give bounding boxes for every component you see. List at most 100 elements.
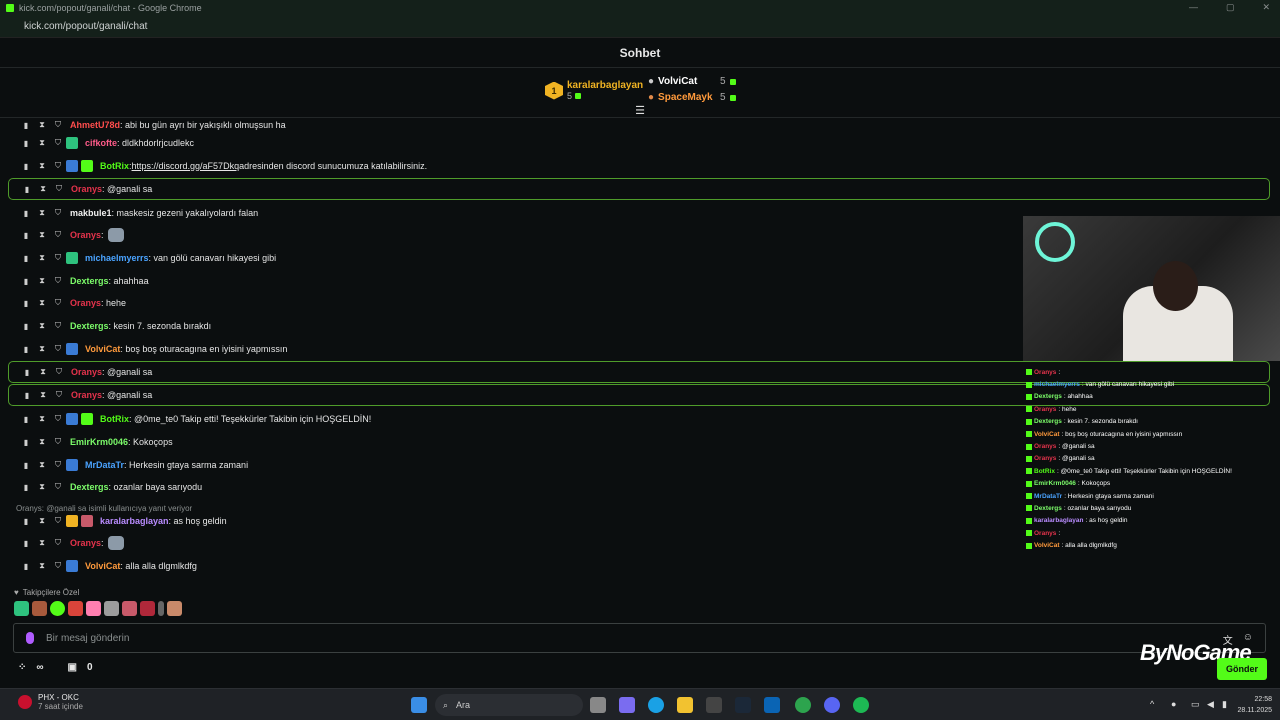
ban-shield-icon[interactable]: ⛉ — [50, 561, 66, 571]
chat-username[interactable]: BotRix — [100, 161, 129, 171]
ban-shield-icon[interactable]: ⛉ — [50, 344, 66, 354]
emote[interactable] — [50, 601, 65, 616]
ban-shield-icon[interactable]: ⛉ — [50, 460, 66, 470]
ban-shield-icon[interactable]: ⛉ — [51, 390, 67, 400]
pin-icon[interactable]: ▮ — [18, 139, 34, 148]
pin-icon[interactable]: ▮ — [18, 345, 34, 354]
ban-shield-icon[interactable]: ⛉ — [50, 437, 66, 447]
task-view-icon[interactable] — [590, 697, 606, 713]
ban-shield-icon[interactable]: ⛉ — [50, 482, 66, 492]
chat-username[interactable]: VolviCat — [85, 344, 120, 354]
chat-username[interactable]: EmirKrm0046 — [70, 437, 128, 447]
address-bar[interactable]: kick.com/popout/ganali/chat — [0, 16, 1280, 38]
emote[interactable] — [158, 601, 164, 616]
timeout-icon[interactable]: ⧗ — [34, 276, 50, 286]
chat-username[interactable]: cifkofte — [85, 138, 117, 148]
timeout-icon[interactable]: ⧗ — [34, 120, 50, 130]
chat-message[interactable]: ▮ ⧗ ⛉ VolviCat: alla alla dlgmlkdfg — [8, 555, 1270, 577]
chat-username[interactable]: Dextergs — [70, 482, 109, 492]
chat-username[interactable]: Dextergs — [70, 276, 109, 286]
chat-username[interactable]: Oranys — [70, 538, 101, 548]
chat-message[interactable]: ▮ ⧗ ⛉ Oranys: @ganali sa — [8, 178, 1270, 200]
chat-username[interactable]: BotRix — [100, 414, 129, 424]
pin-icon[interactable]: ▮ — [18, 517, 34, 526]
timeout-icon[interactable]: ⧗ — [34, 414, 50, 424]
emote[interactable] — [14, 601, 29, 616]
chevron-up-icon[interactable]: ^ — [1150, 699, 1154, 709]
ban-shield-icon[interactable]: ⛉ — [50, 230, 66, 240]
chat-username[interactable]: MrDataTr — [85, 460, 124, 470]
ban-shield-icon[interactable]: ⛉ — [50, 161, 66, 171]
timeout-icon[interactable]: ⧗ — [35, 367, 51, 377]
timeout-icon[interactable]: ⧗ — [34, 460, 50, 470]
infinity-icon[interactable]: ∞ — [36, 662, 43, 673]
ban-shield-icon[interactable]: ⛉ — [50, 138, 66, 148]
spotify-icon[interactable] — [853, 697, 869, 713]
pin-icon[interactable]: ▮ — [19, 391, 35, 400]
ban-shield-icon[interactable]: ⛉ — [50, 414, 66, 424]
chat-username[interactable]: michaelmyerrs — [85, 253, 149, 263]
ban-shield-icon[interactable]: ⛉ — [51, 184, 67, 194]
timeout-icon[interactable]: ⧗ — [34, 208, 50, 218]
timeout-icon[interactable]: ⧗ — [34, 321, 50, 331]
ban-shield-icon[interactable]: ⛉ — [50, 276, 66, 286]
pin-icon[interactable]: ▮ — [18, 562, 34, 571]
chat-username[interactable]: Oranys — [70, 230, 101, 240]
settings-dots-icon[interactable]: ⁘ — [18, 662, 26, 673]
url-text[interactable]: kick.com/popout/ganali/chat — [24, 21, 147, 32]
discord-icon[interactable] — [824, 697, 840, 713]
pin-icon[interactable]: ▮ — [18, 322, 34, 331]
emote[interactable] — [68, 601, 83, 616]
timeout-icon[interactable]: ⧗ — [34, 437, 50, 447]
file-explorer-icon[interactable] — [677, 697, 693, 713]
ban-shield-icon[interactable]: ⛉ — [50, 298, 66, 308]
pin-icon[interactable]: ▮ — [18, 539, 34, 548]
emote[interactable] — [32, 601, 47, 616]
start-icon[interactable] — [411, 697, 427, 713]
chat-username[interactable]: Dextergs — [70, 321, 109, 331]
chat-username[interactable]: AhmetU78d — [70, 120, 120, 130]
taskbar-search[interactable]: ⌕ Ara — [435, 694, 583, 716]
ban-shield-icon[interactable]: ⛉ — [50, 253, 66, 263]
message-input[interactable]: Bir mesaj gönderin 文 ☺ — [13, 623, 1266, 653]
chat-username[interactable]: karalarbaglayan — [100, 516, 169, 526]
timeout-icon[interactable]: ⧗ — [34, 344, 50, 354]
chrome-icon[interactable] — [795, 697, 811, 713]
close-icon[interactable]: ✕ — [1262, 2, 1270, 13]
microphone-icon[interactable] — [26, 632, 34, 644]
pin-icon[interactable]: ▮ — [18, 415, 34, 424]
timeout-icon[interactable]: ⧗ — [34, 516, 50, 526]
timeout-icon[interactable]: ⧗ — [34, 253, 50, 263]
emote[interactable] — [86, 601, 101, 616]
timeout-icon[interactable]: ⧗ — [35, 390, 51, 400]
pin-icon[interactable]: ▮ — [19, 368, 35, 377]
chat-username[interactable]: VolviCat — [85, 561, 120, 571]
ban-shield-icon[interactable]: ⛉ — [50, 120, 66, 130]
expand-leaderboard-icon[interactable]: ☰ — [634, 104, 646, 117]
timeout-icon[interactable]: ⧗ — [34, 482, 50, 492]
pin-icon[interactable]: ▮ — [18, 483, 34, 492]
emote[interactable] — [167, 601, 182, 616]
ban-shield-icon[interactable]: ⛉ — [51, 367, 67, 377]
pin-icon[interactable]: ▮ — [18, 438, 34, 447]
timeout-icon[interactable]: ⧗ — [34, 561, 50, 571]
steam-icon[interactable] — [735, 697, 751, 713]
chat-username[interactable]: Oranys — [71, 390, 102, 400]
timeout-icon[interactable]: ⧗ — [34, 161, 50, 171]
chat-username[interactable]: Oranys — [71, 367, 102, 377]
pin-icon[interactable]: ▮ — [18, 299, 34, 308]
ban-shield-icon[interactable]: ⛉ — [50, 208, 66, 218]
leaderboard-first[interactable]: 1 karalarbaglayan 5 — [545, 80, 643, 101]
chat-username[interactable]: Oranys — [71, 184, 102, 194]
timeout-icon[interactable]: ⧗ — [35, 184, 51, 194]
chat-message[interactable]: ▮ ⧗ ⛉ cifkofte: dldkhdorlrjcudlekc — [8, 132, 1270, 154]
emote[interactable] — [122, 601, 137, 616]
weather-widget[interactable]: PHX - OKC 7 saat içinde — [18, 693, 83, 711]
timeout-icon[interactable]: ⧗ — [34, 230, 50, 240]
pin-icon[interactable]: ▮ — [18, 121, 34, 130]
timeout-icon[interactable]: ⧗ — [34, 538, 50, 548]
pin-icon[interactable]: ▮ — [18, 277, 34, 286]
maximize-icon[interactable]: ▢ — [1226, 2, 1235, 13]
pin-icon[interactable]: ▮ — [18, 461, 34, 470]
pin-icon[interactable]: ▮ — [18, 209, 34, 218]
